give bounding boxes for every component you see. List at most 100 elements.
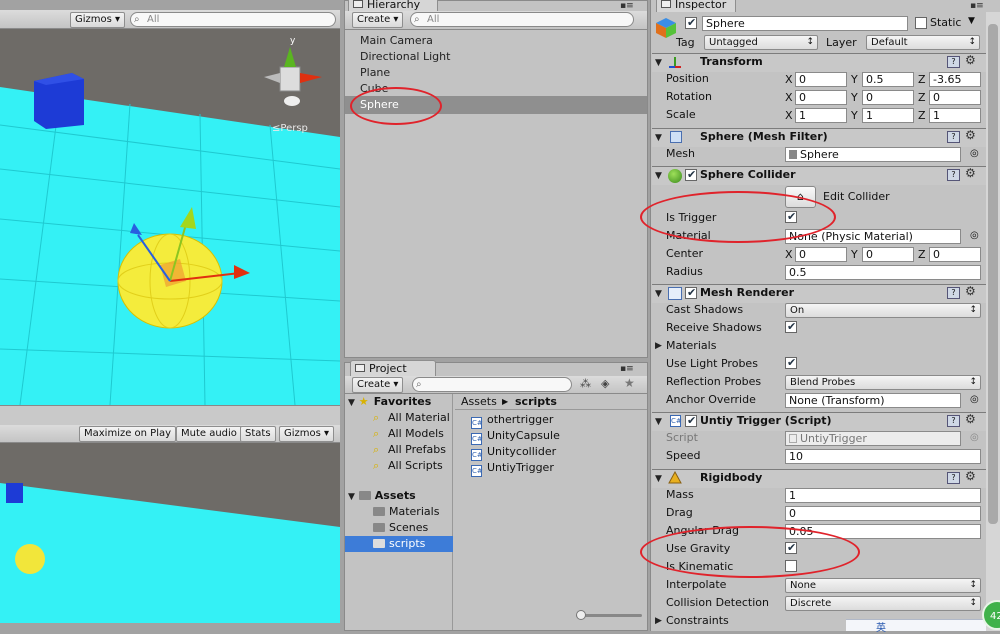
game-view[interactable] — [0, 443, 340, 623]
gear-icon[interactable]: ⚙ — [965, 469, 976, 483]
file-item-unitycapsule[interactable]: C# UnityCapsule — [471, 428, 560, 445]
position-x-field[interactable]: 0 — [795, 72, 847, 87]
inspector-scroll-thumb[interactable] — [988, 24, 998, 524]
center-y-field[interactable]: 0 — [862, 247, 914, 262]
lock-icon[interactable]: ▪≡ — [620, 1, 634, 11]
folder-item-scenes[interactable]: Scenes — [373, 520, 428, 536]
orientation-gizmo[interactable] — [264, 47, 322, 106]
tab-inspector[interactable]: Inspector — [656, 0, 736, 12]
rotation-z-field[interactable]: 0 — [929, 90, 981, 105]
rotation-x-field[interactable]: 0 — [795, 90, 847, 105]
object-picker-icon[interactable]: ◎ — [970, 148, 979, 159]
help-icon[interactable]: ? — [947, 472, 960, 484]
interpolate-dropdown[interactable]: None — [785, 578, 981, 593]
expand-icon[interactable]: ▼ — [655, 58, 662, 68]
breadcrumb-assets[interactable]: Assets — [461, 394, 497, 410]
breadcrumb-scripts[interactable]: scripts — [515, 394, 557, 410]
mesh-renderer-enabled-checkbox[interactable] — [685, 286, 697, 299]
file-item-untiytrigger[interactable]: C# UntiyTrigger — [471, 460, 554, 477]
hierarchy-item-directional-light[interactable]: Directional Light — [360, 49, 450, 65]
expand-icon[interactable]: ▼ — [655, 289, 662, 299]
favorite-item-all-prefabs[interactable]: ⌕ All Prefabs — [373, 442, 446, 458]
favorite-item-all-material[interactable]: ⌕ All Material — [373, 410, 450, 426]
filter-type-icon[interactable]: ⁂ — [580, 377, 591, 390]
favorite-item-all-models[interactable]: ⌕ All Models — [373, 426, 444, 442]
position-y-field[interactable]: 0.5 — [862, 72, 914, 87]
filter-label-icon[interactable]: ◈ — [601, 377, 609, 390]
file-item-othertrigger[interactable]: C# othertrigger — [471, 412, 553, 429]
persp-label[interactable]: ≤Persp — [272, 123, 308, 134]
game-gizmos-dropdown[interactable]: Gizmos ▾ — [279, 426, 335, 442]
use-light-probes-checkbox[interactable] — [785, 356, 797, 369]
hierarchy-item-main-camera[interactable]: Main Camera — [360, 33, 433, 49]
receive-shadows-checkbox[interactable] — [785, 320, 797, 333]
expand-icon[interactable]: ▼ — [655, 474, 662, 484]
hierarchy-search-input[interactable]: ⌕ All — [410, 12, 634, 27]
rotation-y-field[interactable]: 0 — [862, 90, 914, 105]
gear-icon[interactable]: ⚙ — [965, 284, 976, 298]
object-name-field[interactable]: Sphere — [702, 16, 908, 31]
position-z-field[interactable]: -3.65 — [929, 72, 981, 87]
tab-project[interactable]: Project — [350, 360, 436, 376]
folder-item-scripts[interactable]: scripts — [373, 536, 425, 552]
expand-icon[interactable]: ▼ — [655, 133, 662, 143]
scale-y-field[interactable]: 1 — [862, 108, 914, 123]
favorite-item-all-scripts[interactable]: ⌕ All Scripts — [373, 458, 443, 474]
gear-icon[interactable]: ⚙ — [965, 53, 976, 67]
scale-z-field[interactable]: 1 — [929, 108, 981, 123]
scene-gizmos-dropdown[interactable]: Gizmos ▾ — [70, 12, 126, 28]
center-z-field[interactable]: 0 — [929, 247, 981, 262]
file-item-unitycollider[interactable]: C# Unitycollider — [471, 444, 556, 461]
maximize-on-play-button[interactable]: Maximize on Play — [79, 426, 177, 442]
drag-field[interactable]: 0 — [785, 506, 981, 521]
stats-button[interactable]: Stats — [240, 426, 276, 442]
help-icon[interactable]: ? — [947, 415, 960, 427]
radius-field[interactable]: 0.5 — [785, 265, 981, 280]
hierarchy-create-button[interactable]: Create ▾ — [352, 12, 404, 28]
expand-icon[interactable]: ▼ — [655, 171, 662, 181]
speed-field[interactable]: 10 — [785, 449, 981, 464]
expand-icon[interactable]: ▼ — [655, 417, 662, 427]
constraints-label[interactable]: Constraints — [666, 612, 729, 630]
lock-icon[interactable]: ▪≡ — [620, 364, 634, 374]
ime-toolbar[interactable]: 英 — [846, 619, 986, 634]
assets-header[interactable]: ▼ Assets — [348, 488, 416, 504]
static-checkbox[interactable] — [915, 17, 927, 29]
favorite-star-icon[interactable]: ★ — [624, 376, 635, 390]
mass-field[interactable]: 1 — [785, 488, 981, 503]
scene-search-input[interactable]: ⌕ All — [130, 12, 336, 27]
reflection-probes-dropdown[interactable]: Blend Probes — [785, 375, 981, 390]
scene-view[interactable]: y ≤Persp — [0, 29, 340, 405]
help-icon[interactable]: ? — [947, 169, 960, 181]
help-icon[interactable]: ? — [947, 287, 960, 299]
help-icon[interactable]: ? — [947, 56, 960, 68]
zoom-slider-thumb[interactable] — [576, 610, 586, 620]
script-enabled-checkbox[interactable] — [685, 414, 697, 427]
project-create-button[interactable]: Create ▾ — [352, 377, 404, 393]
favorites-header[interactable]: ▼ ★ Favorites — [348, 394, 431, 410]
center-x-field[interactable]: 0 — [795, 247, 847, 262]
hierarchy-item-plane[interactable]: Plane — [360, 65, 390, 81]
project-search-input[interactable]: ⌕ — [412, 377, 572, 392]
tag-dropdown[interactable]: Untagged — [704, 35, 818, 50]
cast-shadows-dropdown[interactable]: On — [785, 303, 981, 318]
gear-icon[interactable]: ⚙ — [965, 412, 976, 426]
mute-audio-button[interactable]: Mute audio — [176, 426, 242, 442]
folder-item-materials[interactable]: Materials — [373, 504, 439, 520]
gear-icon[interactable]: ⚙ — [965, 128, 976, 142]
materials-label[interactable]: Materials — [666, 337, 716, 355]
object-picker-icon[interactable]: ◎ — [970, 230, 979, 241]
expand-right-icon[interactable]: ▶ — [655, 341, 662, 351]
scale-x-field[interactable]: 1 — [795, 108, 847, 123]
collision-detection-dropdown[interactable]: Discrete — [785, 596, 981, 611]
help-icon[interactable]: ? — [947, 131, 960, 143]
lock-icon[interactable]: ▪≡ — [970, 1, 984, 11]
layer-dropdown[interactable]: Default — [866, 35, 980, 50]
gear-icon[interactable]: ⚙ — [965, 166, 976, 180]
mesh-field[interactable]: Sphere — [785, 147, 961, 162]
static-dropdown-icon[interactable]: ▼ — [968, 16, 975, 26]
anchor-override-field[interactable]: None (Transform) — [785, 393, 961, 408]
active-checkbox[interactable] — [685, 16, 697, 29]
sphere-collider-enabled-checkbox[interactable] — [685, 168, 697, 181]
object-picker-icon[interactable]: ◎ — [970, 394, 979, 405]
